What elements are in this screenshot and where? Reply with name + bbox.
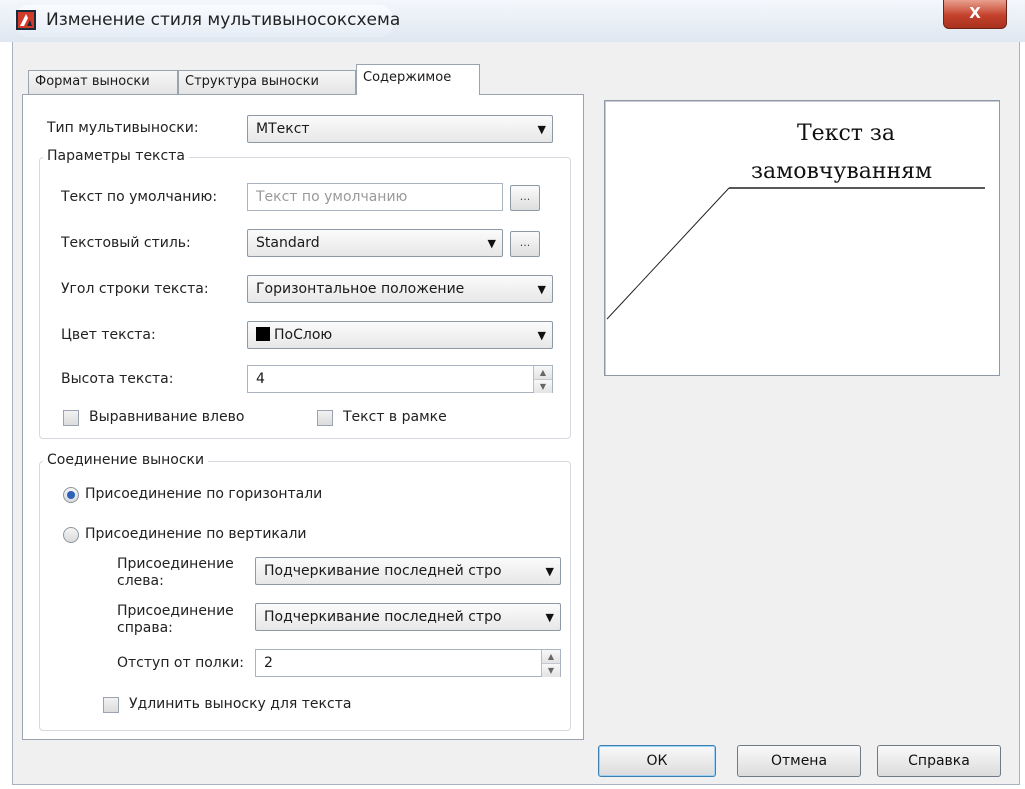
vertical-attachment-label: Присоединение по вертикали [85, 526, 307, 542]
spin-up-icon[interactable]: ▲ [534, 366, 552, 379]
frame-text-label: Текст в рамке [343, 409, 447, 425]
default-text-field[interactable]: Текст по умолчанию [247, 183, 503, 211]
tab-leader-structure[interactable]: Структура выноски [178, 70, 356, 94]
chevron-down-icon: ▼ [545, 565, 554, 578]
landing-gap-label: Отступ от полки: [117, 655, 245, 671]
attach-right-select[interactable]: Подчеркивание последней стро ▼ [255, 603, 561, 631]
text-angle-label: Угол строки текста: [61, 281, 209, 297]
text-style-browse-button[interactable]: ... [510, 231, 540, 257]
default-text-browse-button[interactable]: ... [510, 185, 540, 211]
left-justify-label: Выравнивание влево [89, 409, 245, 425]
ok-button[interactable]: ОК [598, 745, 716, 777]
attach-left-label: Присоединение слева: [117, 556, 234, 590]
attach-right-value: Подчеркивание последней стро [264, 609, 502, 625]
attach-left-select[interactable]: Подчеркивание последней стро ▼ [255, 557, 561, 585]
horizontal-attachment-label: Присоединение по горизонтали [85, 486, 323, 502]
multileader-type-select[interactable]: МТекст ▼ [247, 115, 553, 143]
text-color-value: ПоСлою [274, 327, 333, 343]
attach-right-label-line1: Присоединение [117, 603, 234, 619]
text-angle-value: Горизонтальное положение [256, 281, 465, 297]
attach-left-label-line2: слева: [117, 573, 164, 589]
cancel-button[interactable]: Отмена [737, 745, 861, 777]
text-color-label: Цвет текста: [61, 327, 156, 343]
title-bar: Изменение стиля мультивыносоксхема X [0, 0, 1025, 42]
extend-leader-checkbox[interactable] [103, 697, 119, 713]
extend-leader-label: Удлинить выноску для текста [129, 696, 352, 712]
text-style-label: Текстовый стиль: [61, 235, 191, 251]
chevron-down-icon: ▼ [545, 611, 554, 624]
attach-right-label-line2: справа: [117, 620, 173, 636]
preview-text-line1: Текст за [797, 121, 896, 146]
text-style-select[interactable]: Standard ▼ [247, 229, 503, 257]
chevron-down-icon: ▼ [487, 237, 496, 250]
text-color-value-wrap: ПоСлою [256, 327, 528, 343]
text-style-value: Standard [256, 235, 320, 251]
horizontal-attachment-radio[interactable] [63, 487, 79, 503]
close-button[interactable]: X [943, 0, 1007, 29]
multileader-type-value: МТекст [256, 121, 310, 137]
leader-connection-title: Соединение выноски [43, 452, 209, 468]
style-preview: Текст за замовчуванням [604, 100, 1000, 376]
preview-text-line2: замовчуванням [751, 159, 933, 184]
spin-up-icon[interactable]: ▲ [542, 650, 560, 663]
window-title: Изменение стиля мультивыносоксхема [46, 10, 401, 30]
multileader-type-label: Тип мультивыноски: [47, 120, 199, 136]
text-height-spinner[interactable]: ▲ ▼ [533, 366, 552, 393]
tab-content[interactable]: Содержимое [356, 64, 480, 95]
text-options-title: Параметры текста [43, 148, 189, 164]
chevron-down-icon: ▼ [537, 329, 546, 342]
tab-leader-format[interactable]: Формат выноски [28, 70, 178, 94]
attach-left-label-line1: Присоединение [117, 556, 234, 572]
autocad-app-icon [16, 10, 36, 30]
tab-panel-content: Тип мультивыноски: МТекст ▼ Параметры те… [22, 94, 584, 740]
attach-right-label: Присоединение справа: [117, 603, 234, 637]
vertical-attachment-radio[interactable] [63, 527, 79, 543]
landing-gap-spinner[interactable]: ▲ ▼ [541, 650, 560, 677]
landing-gap-value: 2 [264, 655, 273, 671]
frame-text-checkbox[interactable] [317, 410, 333, 426]
chevron-down-icon: ▼ [537, 123, 546, 136]
text-angle-select[interactable]: Горизонтальное положение ▼ [247, 275, 553, 303]
text-color-select[interactable]: ПоСлою ▼ [247, 321, 553, 349]
default-text-placeholder: Текст по умолчанию [256, 189, 408, 205]
help-button[interactable]: Справка [877, 745, 1001, 777]
chevron-down-icon: ▼ [537, 283, 546, 296]
spin-down-icon[interactable]: ▼ [534, 379, 552, 393]
text-height-value: 4 [256, 371, 265, 387]
text-height-label: Высота текста: [61, 371, 174, 387]
landing-gap-field[interactable]: 2 ▲ ▼ [255, 649, 561, 677]
attach-left-value: Подчеркивание последней стро [264, 563, 502, 579]
default-text-label: Текст по умолчанию: [61, 189, 218, 205]
text-height-field[interactable]: 4 ▲ ▼ [247, 365, 553, 393]
color-swatch [256, 327, 270, 341]
left-justify-checkbox[interactable] [63, 410, 79, 426]
spin-down-icon[interactable]: ▼ [542, 663, 560, 677]
